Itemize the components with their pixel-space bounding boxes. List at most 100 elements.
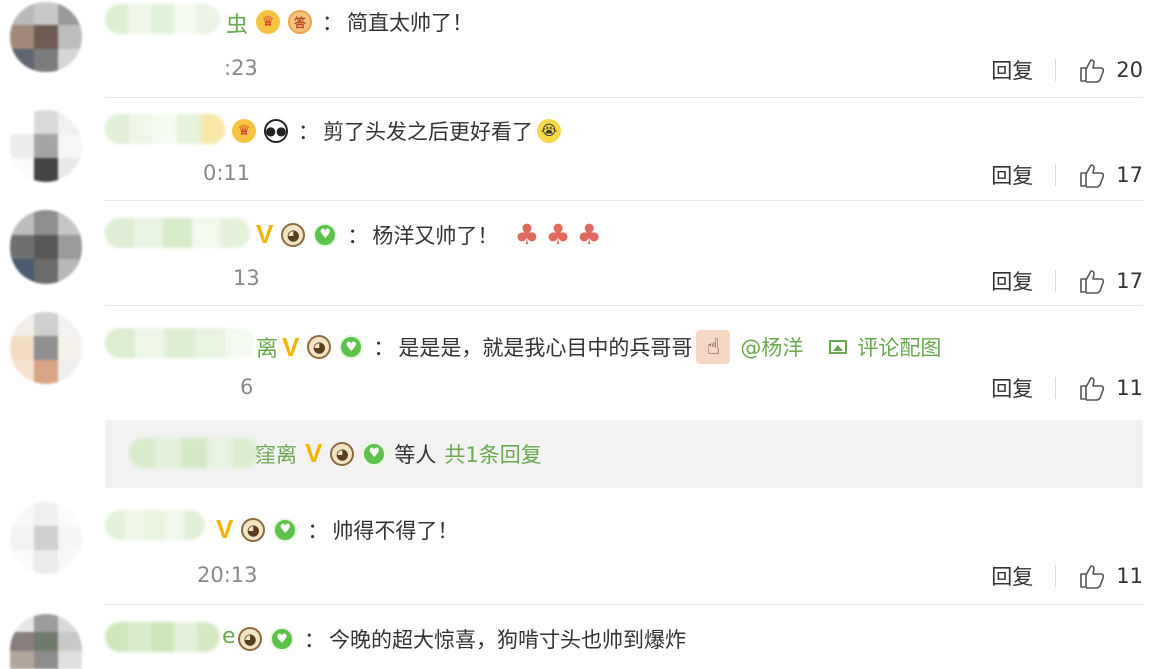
reply-button[interactable]: 回复 <box>991 55 1033 85</box>
vip-v-badge: V <box>216 514 234 544</box>
comment-text: 剪了头发之后更好看了 <box>323 120 533 144</box>
username-blurred[interactable] <box>105 328 255 358</box>
finger-emoji-icon: ☝ <box>696 330 731 364</box>
comment-text: 帅得不得了！ <box>332 518 459 543</box>
comment-actions: 回复 17 <box>991 266 1143 296</box>
divider <box>1055 377 1057 399</box>
like-count: 17 <box>1116 163 1143 187</box>
like-count: 11 <box>1116 564 1143 588</box>
thumbs-up-icon <box>1080 377 1105 401</box>
thumbs-up-icon <box>1080 59 1105 83</box>
comment-time: :23 <box>224 56 258 80</box>
comment-line: ♛ 答 ： 简直太帅了！ <box>256 7 473 37</box>
avatar[interactable] <box>10 210 82 284</box>
comment-line: ♛ ●● ： 剪了头发之后更好看了 😭 <box>232 116 569 146</box>
like-button[interactable]: 17 <box>1078 161 1143 189</box>
username-tail[interactable]: e <box>222 624 236 649</box>
like-count: 20 <box>1116 58 1143 82</box>
image-icon <box>829 340 848 354</box>
comment-line: V ◕ ♥ ： 杨洋又帅了！ ♣ ♣ ♣ <box>256 218 602 251</box>
comment-time: 20:13 <box>197 563 258 587</box>
like-button[interactable]: 11 <box>1078 374 1143 402</box>
comment-line: ◕ ♥ ： 今晚的超大惊喜，狗啃寸头也帅到爆炸 <box>238 624 686 654</box>
cupcake-icon: ♣ <box>576 218 602 251</box>
like-button[interactable]: 17 <box>1078 267 1143 295</box>
avatar[interactable] <box>10 502 82 574</box>
comment-text: 简直太帅了！ <box>347 11 473 35</box>
heart-icon: ♥ <box>270 627 294 651</box>
comment-image-link[interactable]: 评论配图 <box>829 332 941 362</box>
comment-text: 是是是，就是我心目中的兵哥哥 <box>398 336 693 360</box>
cupcake-icon: ♣ <box>545 218 571 251</box>
divider <box>1055 59 1057 81</box>
seal-icon: 答 <box>288 10 312 34</box>
colon: ： <box>373 336 395 360</box>
sheep-icon: ◕ <box>238 627 262 651</box>
vip-v-badge: V <box>256 219 274 249</box>
avatar[interactable] <box>10 614 82 669</box>
reply-button[interactable]: 回复 <box>991 561 1033 591</box>
heart-icon: ♥ <box>362 441 387 466</box>
divider <box>1055 164 1057 186</box>
sheep-icon: ◕ <box>307 335 332 359</box>
divider <box>1055 565 1057 587</box>
comment-actions: 回复 20 <box>991 55 1143 85</box>
comment-image-label: 评论配图 <box>857 336 942 360</box>
comment-actions: 回复 11 <box>991 373 1143 403</box>
heart-icon: ♥ <box>273 517 298 542</box>
crown-icon: ♛ <box>232 119 256 143</box>
colon: ： <box>298 120 319 144</box>
reply-username-tail[interactable]: 窪离 <box>255 439 297 469</box>
colon: ： <box>304 628 325 652</box>
divider <box>105 305 1143 306</box>
heart-icon: ♥ <box>339 335 364 359</box>
sheep-icon: ◕ <box>281 222 306 247</box>
vip-v-badge: V <box>305 438 323 468</box>
like-button[interactable]: 11 <box>1078 562 1143 590</box>
sheep-icon: ◕ <box>330 441 355 466</box>
comment-text: 今晚的超大惊喜，狗啃寸头也帅到爆炸 <box>329 628 686 652</box>
colon: ： <box>322 11 343 35</box>
crown-icon: ♛ <box>256 10 280 34</box>
divider <box>1055 270 1057 292</box>
reply-button[interactable]: 回复 <box>991 160 1033 190</box>
sheep-icon: ◕ <box>241 517 266 542</box>
cupcake-icon: ♣ <box>514 218 540 251</box>
crying-face-icon: 😭 <box>537 119 561 143</box>
thumbs-up-icon <box>1080 270 1105 294</box>
username-tail[interactable]: 离 <box>256 331 278 363</box>
like-count: 17 <box>1116 269 1143 293</box>
divider <box>105 97 1143 98</box>
username-tail[interactable]: 虫 <box>226 7 248 39</box>
reply-suffix: 等人 <box>394 442 437 467</box>
username-blurred[interactable] <box>105 114 225 144</box>
avatar[interactable] <box>10 312 82 384</box>
vip-v-badge: V <box>282 331 300 362</box>
colon: ： <box>347 223 369 248</box>
comment-actions: 回复 11 <box>991 561 1143 591</box>
username-blurred[interactable] <box>105 622 220 652</box>
thumbs-up-icon <box>1080 565 1105 589</box>
view-replies-link[interactable]: 共1条回复 <box>444 439 541 469</box>
mention-link[interactable]: @杨洋 <box>740 332 803 362</box>
divider <box>105 604 1143 605</box>
thumbs-up-icon <box>1080 164 1105 188</box>
comment-time: 13 <box>233 266 260 290</box>
reply-button[interactable]: 回复 <box>991 266 1033 296</box>
username-blurred[interactable] <box>105 218 250 248</box>
colon: ： <box>307 518 329 543</box>
reply-summary-bar[interactable]: 窪离 V ◕ ♥ 等人 共1条回复 <box>105 420 1143 488</box>
username-blurred[interactable] <box>105 510 205 540</box>
username-blurred[interactable] <box>129 438 259 468</box>
avatar[interactable] <box>10 2 82 72</box>
comment-time: 0:11 <box>203 161 251 185</box>
comment-line: V ◕ ♥ ： 帅得不得了！ <box>216 514 458 545</box>
panda-icon: ●● <box>264 119 288 143</box>
comment-actions: 回复 17 <box>991 160 1143 190</box>
username-blurred[interactable] <box>105 4 220 34</box>
like-button[interactable]: 20 <box>1078 56 1143 84</box>
avatar[interactable] <box>10 110 82 182</box>
comment-text: 杨洋又帅了！ <box>372 223 499 248</box>
reply-button[interactable]: 回复 <box>991 373 1033 403</box>
heart-icon: ♥ <box>313 222 338 247</box>
